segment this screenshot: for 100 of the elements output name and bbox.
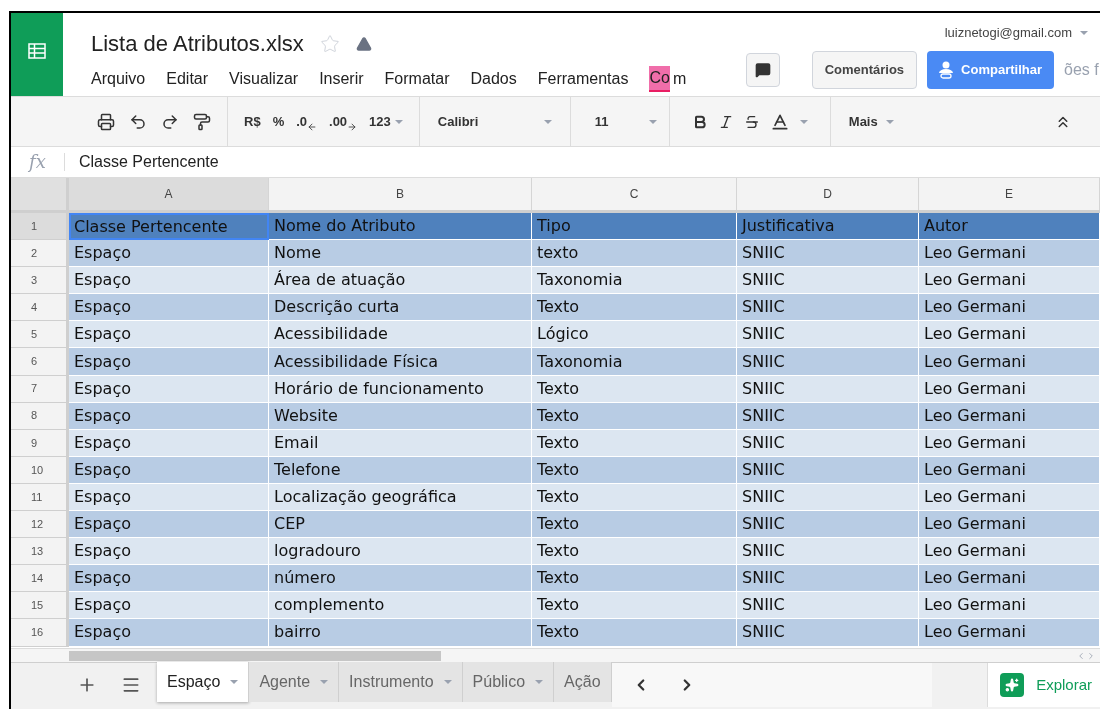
sheet-tab[interactable]: Agente bbox=[249, 662, 340, 702]
table-cell[interactable]: Leo Germani bbox=[919, 240, 1100, 268]
column-header[interactable]: E bbox=[919, 178, 1100, 210]
row-number[interactable]: 12 bbox=[11, 511, 69, 539]
sheet-tab[interactable]: Espaço bbox=[157, 662, 250, 702]
table-cell[interactable]: logradouro bbox=[269, 538, 532, 566]
table-cell[interactable]: Espaço bbox=[69, 456, 269, 484]
table-cell[interactable]: Texto bbox=[532, 565, 737, 593]
table-cell[interactable]: número bbox=[269, 565, 532, 593]
print-icon[interactable] bbox=[97, 112, 115, 131]
table-cell[interactable]: Leo Germani bbox=[919, 294, 1100, 322]
table-cell[interactable]: Espaço bbox=[69, 267, 269, 295]
sheets-logo[interactable] bbox=[11, 13, 63, 96]
column-header[interactable]: B bbox=[269, 178, 532, 210]
table-cell[interactable]: SNIIC bbox=[737, 483, 919, 512]
table-cell[interactable]: Acessibilidade bbox=[269, 321, 532, 349]
menu-item[interactable]: Inserir bbox=[319, 67, 364, 91]
table-cell[interactable]: Espaço bbox=[69, 565, 269, 593]
table-cell[interactable]: Área de atuação bbox=[269, 267, 532, 295]
table-cell[interactable]: Espaço bbox=[69, 429, 269, 457]
table-cell[interactable]: SNIIC bbox=[737, 267, 919, 295]
table-cell[interactable]: Horário de funcionamento bbox=[269, 375, 532, 403]
table-cell[interactable]: SNIIC bbox=[737, 511, 919, 539]
table-cell[interactable]: Texto bbox=[532, 592, 737, 620]
row-number[interactable]: 8 bbox=[11, 402, 69, 430]
table-cell[interactable]: Lógico bbox=[532, 321, 737, 349]
table-cell[interactable]: Leo Germani bbox=[919, 456, 1100, 484]
table-cell[interactable]: Espaço bbox=[69, 402, 269, 430]
table-cell[interactable]: SNIIC bbox=[737, 565, 919, 593]
undo-icon[interactable] bbox=[129, 112, 147, 131]
column-header[interactable]: C bbox=[532, 178, 737, 210]
table-cell[interactable]: Espaço bbox=[69, 375, 269, 403]
table-cell[interactable]: Espaço bbox=[69, 240, 269, 268]
star-icon[interactable] bbox=[319, 33, 340, 54]
table-cell[interactable]: Leo Germani bbox=[919, 321, 1100, 349]
table-cell[interactable]: Espaço bbox=[69, 511, 269, 539]
table-cell[interactable]: Leo Germani bbox=[919, 619, 1100, 647]
increase-decimals-button[interactable]: .00 bbox=[329, 111, 348, 132]
table-cell[interactable]: Texto bbox=[532, 375, 737, 403]
column-header[interactable]: D bbox=[737, 178, 919, 210]
redo-icon[interactable] bbox=[161, 112, 179, 131]
menu-item[interactable]: Formatar bbox=[384, 67, 450, 91]
document-title[interactable]: Lista de Atributos.xlsx bbox=[91, 27, 304, 60]
table-cell[interactable]: Leo Germani bbox=[919, 538, 1100, 566]
table-cell[interactable]: texto bbox=[532, 240, 737, 268]
table-cell[interactable]: Espaço bbox=[69, 538, 269, 566]
row-number[interactable]: 14 bbox=[11, 565, 69, 593]
table-cell[interactable]: Website bbox=[269, 402, 532, 430]
sheet-tab[interactable]: Público bbox=[462, 662, 555, 702]
table-cell[interactable]: Leo Germani bbox=[919, 348, 1100, 376]
strikethrough-icon[interactable] bbox=[743, 113, 760, 130]
table-cell[interactable]: Email bbox=[269, 429, 532, 457]
table-cell[interactable]: SNIIC bbox=[737, 592, 919, 620]
row-number[interactable]: 16 bbox=[11, 619, 69, 647]
table-cell[interactable]: Tipo bbox=[532, 213, 737, 241]
table-cell[interactable]: Leo Germani bbox=[919, 375, 1100, 403]
table-cell[interactable]: Texto bbox=[532, 294, 737, 322]
table-cell[interactable]: Leo Germani bbox=[919, 565, 1100, 593]
table-cell[interactable]: Justificativa bbox=[737, 213, 919, 241]
formula-input[interactable]: Classe Pertencente bbox=[65, 150, 219, 174]
menu-item[interactable]: Arquivo bbox=[91, 67, 146, 91]
email-label[interactable]: luiznetogi@gmail.com bbox=[944, 23, 1088, 43]
percent-button[interactable]: % bbox=[272, 111, 285, 132]
table-cell[interactable]: SNIIC bbox=[737, 402, 919, 430]
sheet-tab[interactable]: Ação bbox=[554, 662, 612, 702]
table-cell[interactable]: Leo Germani bbox=[919, 267, 1100, 295]
table-cell[interactable]: Texto bbox=[532, 456, 737, 484]
table-cell[interactable]: Espaço bbox=[69, 321, 269, 349]
explore-button[interactable]: Explorar bbox=[987, 663, 1100, 707]
currency-button[interactable]: R$ bbox=[244, 111, 261, 132]
table-cell[interactable]: bairro bbox=[269, 619, 532, 647]
row-number[interactable]: 15 bbox=[11, 592, 69, 620]
table-cell[interactable]: Espaço bbox=[69, 348, 269, 376]
chat-button[interactable] bbox=[745, 53, 780, 87]
table-cell[interactable]: Texto bbox=[532, 538, 737, 566]
table-cell[interactable]: complemento bbox=[269, 592, 532, 620]
table-cell[interactable]: Leo Germani bbox=[919, 429, 1100, 457]
menu-icon[interactable] bbox=[121, 675, 141, 695]
table-cell[interactable]: SNIIC bbox=[737, 538, 919, 566]
table-cell[interactable]: Nome bbox=[269, 240, 532, 268]
number-format-button[interactable]: 123 bbox=[369, 111, 403, 132]
table-cell[interactable]: Texto bbox=[532, 511, 737, 539]
row-number[interactable]: 10 bbox=[11, 456, 69, 484]
table-cell[interactable]: Acessibilidade Física bbox=[269, 348, 532, 376]
corner-cell[interactable] bbox=[11, 178, 69, 210]
table-cell[interactable]: SNIIC bbox=[737, 321, 919, 349]
row-number[interactable]: 6 bbox=[11, 348, 69, 376]
menu-item[interactable]: Ferramentas bbox=[537, 67, 629, 91]
table-cell[interactable]: Taxonomia bbox=[532, 348, 737, 376]
paint-format-icon[interactable] bbox=[193, 112, 211, 131]
font-dropdown[interactable]: Calibri bbox=[418, 97, 570, 146]
table-cell[interactable]: SNIIC bbox=[737, 240, 919, 268]
table-cell[interactable]: SNIIC bbox=[737, 429, 919, 457]
table-cell[interactable]: Leo Germani bbox=[919, 592, 1100, 620]
table-cell[interactable]: Telefone bbox=[269, 456, 532, 484]
menu-item[interactable]: Editar bbox=[166, 67, 209, 91]
table-cell[interactable]: Texto bbox=[532, 619, 737, 647]
menu-item[interactable]: Visualizar bbox=[229, 67, 299, 91]
table-cell[interactable]: Leo Germani bbox=[919, 402, 1100, 430]
table-cell[interactable]: Leo Germani bbox=[919, 511, 1100, 539]
